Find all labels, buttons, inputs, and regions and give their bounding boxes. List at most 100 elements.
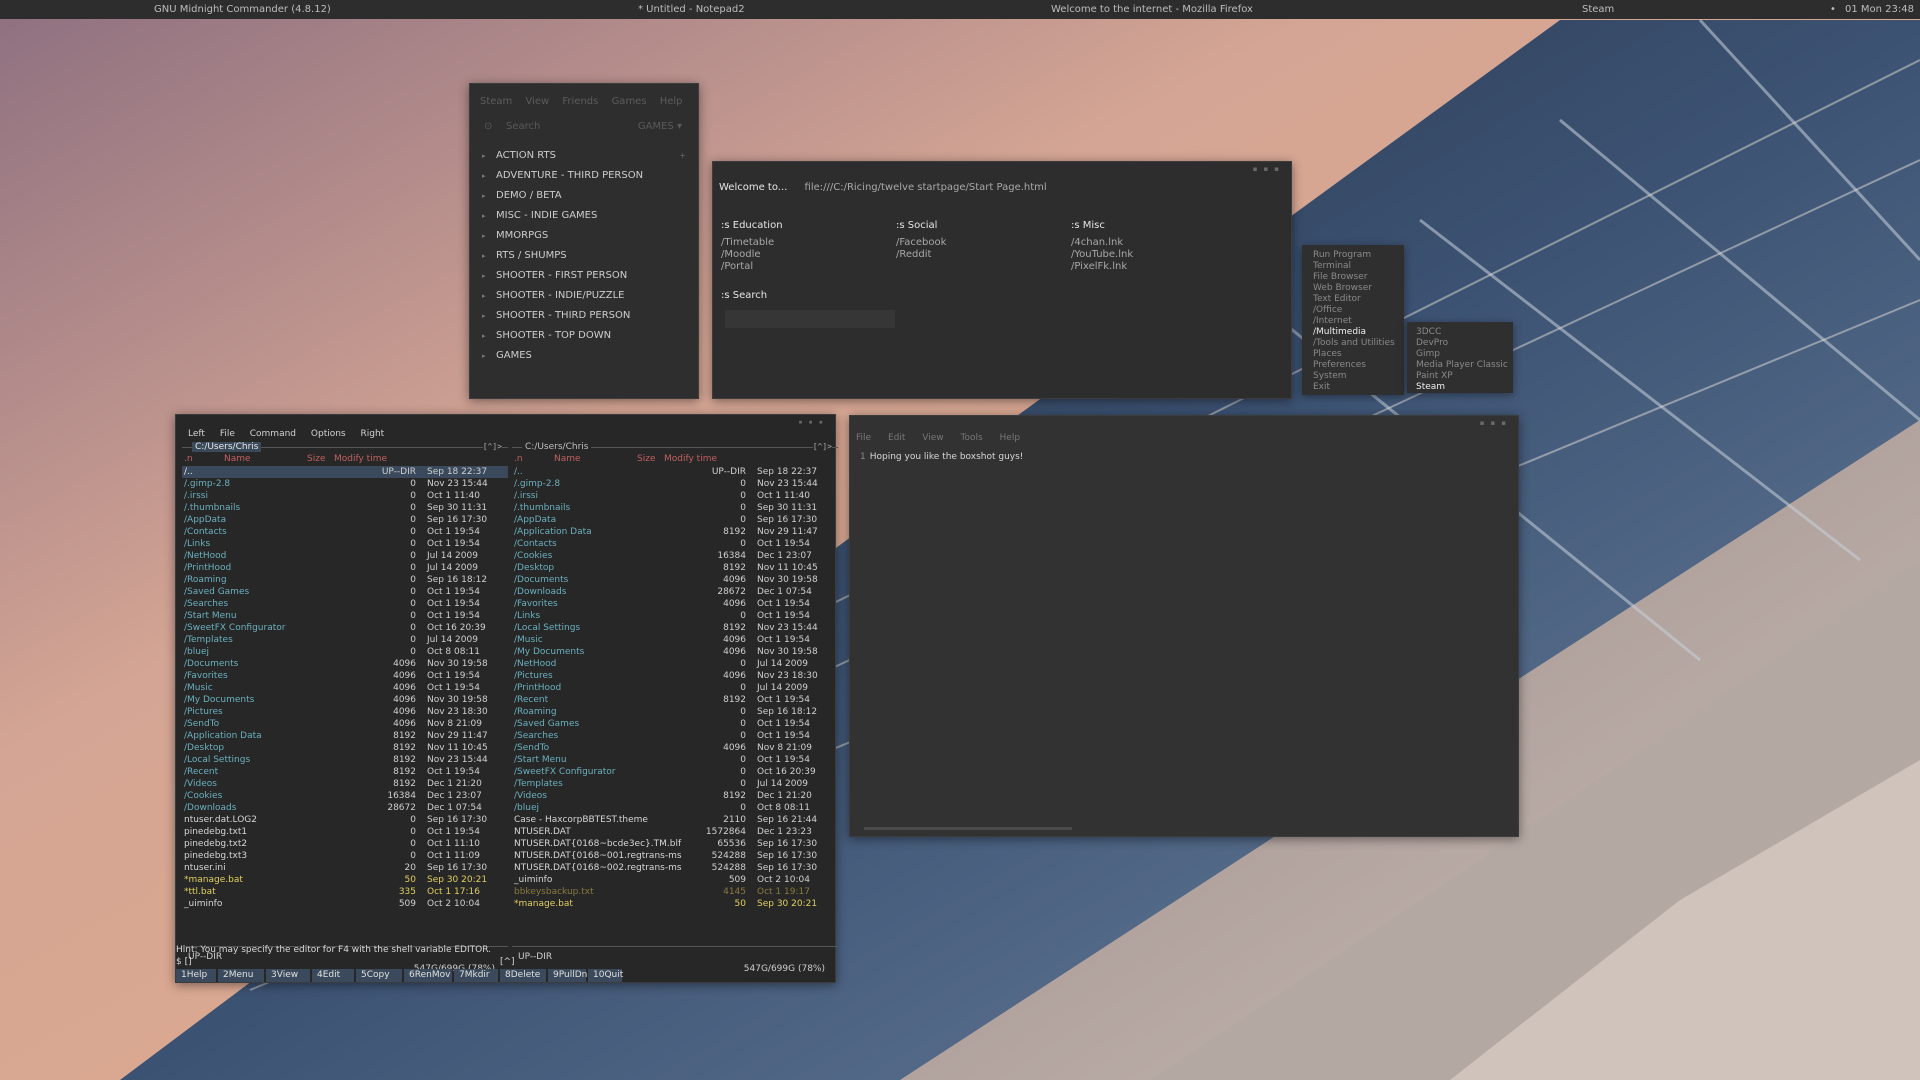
table-row[interactable]: /Music 4096 Oct 1 19:54	[182, 682, 508, 694]
url-bar[interactable]: file:///C:/Ricing/twelve startpage/Start…	[805, 182, 1047, 193]
menu-item-multimedia[interactable]: /Multimedia	[1302, 327, 1404, 338]
steam-category[interactable]: ▸ ADVENTURE - THIRD PERSON	[480, 166, 690, 186]
table-row[interactable]: ntuser.ini 20 Sep 16 17:30	[182, 862, 508, 874]
table-row[interactable]: pinedebg.txt3 0 Oct 1 11:09	[182, 850, 508, 862]
table-row[interactable]: /Templates 0 Jul 14 2009	[182, 634, 508, 646]
fkey-pulldn[interactable]: 9PullDn	[548, 969, 587, 982]
menu-item-tools[interactable]: /Tools and Utilities	[1302, 338, 1404, 349]
window-controls[interactable]: ▪▪▪	[1253, 165, 1285, 173]
table-row[interactable]: /AppData 0 Sep 16 17:30	[182, 514, 508, 526]
games-filter-dropdown[interactable]: GAMES ▾	[638, 121, 682, 132]
mc-menu-options[interactable]: Options	[311, 429, 346, 439]
submenu-item-steam[interactable]: Steam	[1407, 382, 1513, 393]
fkey-edit[interactable]: 4Edit	[312, 969, 354, 982]
left-panel-path[interactable]: C:/Users/Chris	[192, 442, 262, 452]
firefox-tab[interactable]: Welcome to...	[719, 182, 787, 193]
submenu-item-3dcc[interactable]: 3DCC	[1407, 327, 1513, 338]
mc-menu-command[interactable]: Command	[250, 429, 296, 439]
steam-search-row[interactable]: ⊙ Search GAMES ▾	[480, 120, 690, 136]
fkey-quit[interactable]: 10Quit	[588, 969, 623, 982]
table-row[interactable]: /bluej 0 Oct 8 08:11	[512, 802, 838, 814]
table-row[interactable]: /Downloads 28672 Dec 1 07:54	[182, 802, 508, 814]
steam-category[interactable]: ▸ MMORPGS	[480, 226, 690, 246]
table-row[interactable]: /Videos 8192 Dec 1 21:20	[512, 790, 838, 802]
table-row[interactable]: /Templates 0 Jul 14 2009	[512, 778, 838, 790]
table-row[interactable]: /Pictures 4096 Nov 23 18:30	[512, 670, 838, 682]
notepad-menu-tools[interactable]: Tools	[960, 433, 982, 443]
table-row[interactable]: /My Documents 4096 Nov 30 19:58	[512, 646, 838, 658]
table-row[interactable]: /.irssi 0 Oct 1 11:40	[512, 490, 838, 502]
fkey-renmov[interactable]: 6RenMov	[404, 969, 452, 982]
menu-item-web-browser[interactable]: Web Browser	[1302, 283, 1404, 294]
notepad-menu-view[interactable]: View	[922, 433, 943, 443]
table-row[interactable]: /Links 0 Oct 1 19:54	[512, 610, 838, 622]
link-portal[interactable]: /Portal	[721, 261, 783, 273]
window-controls[interactable]: ▪▪▪	[798, 418, 829, 426]
table-row[interactable]: /.irssi 0 Oct 1 11:40	[182, 490, 508, 502]
table-row[interactable]: /SendTo 4096 Nov 8 21:09	[182, 718, 508, 730]
link-moodle[interactable]: /Moodle	[721, 249, 783, 261]
table-row[interactable]: /Favorites 4096 Oct 1 19:54	[182, 670, 508, 682]
steam-category[interactable]: ▸ SHOOTER - FIRST PERSON	[480, 266, 690, 286]
submenu-item-gimp[interactable]: Gimp	[1407, 349, 1513, 360]
table-row[interactable]: /Recent 8192 Oct 1 19:54	[512, 694, 838, 706]
table-row[interactable]: /Saved Games 0 Oct 1 19:54	[512, 718, 838, 730]
table-row[interactable]: /NetHood 0 Jul 14 2009	[182, 550, 508, 562]
startpage-search-input[interactable]	[725, 310, 895, 328]
submenu-item-media-player[interactable]: Media Player Classic	[1407, 360, 1513, 371]
table-row[interactable]: bbkeysbackup.txt 4145 Oct 1 19:17	[512, 886, 838, 898]
table-row[interactable]: /Recent 8192 Oct 1 19:54	[182, 766, 508, 778]
link-facebook[interactable]: /Facebook	[896, 237, 946, 249]
table-row[interactable]: /AppData 0 Sep 16 17:30	[512, 514, 838, 526]
menu-item-system[interactable]: System	[1302, 371, 1404, 382]
submenu-item-devpro[interactable]: DevPro	[1407, 338, 1513, 349]
table-row[interactable]: pinedebg.txt2 0 Oct 1 11:10	[182, 838, 508, 850]
fkey-copy[interactable]: 5Copy	[356, 969, 402, 982]
table-row[interactable]: /Saved Games 0 Oct 1 19:54	[182, 586, 508, 598]
menu-item-run-program[interactable]: Run Program	[1302, 250, 1404, 261]
task-midnight-commander[interactable]: GNU Midnight Commander (4.8.12)	[154, 4, 331, 15]
notepad-menu-help[interactable]: Help	[1000, 433, 1021, 443]
table-row[interactable]: *ttl.bat 335 Oct 1 17:16	[182, 886, 508, 898]
steam-menu-help[interactable]: Help	[660, 96, 683, 107]
plus-icon[interactable]: +	[679, 146, 686, 166]
menu-item-terminal[interactable]: Terminal	[1302, 261, 1404, 272]
table-row[interactable]: NTUSER.DAT{0168~bcde3ec}.TM.blf 65536 Sep …	[512, 838, 838, 850]
table-row[interactable]: /Documents 4096 Nov 30 19:58	[512, 574, 838, 586]
table-row[interactable]: /Roaming 0 Sep 16 18:12	[512, 706, 838, 718]
right-panel-path[interactable]: C:/Users/Chris	[522, 442, 592, 452]
menu-item-text-editor[interactable]: Text Editor	[1302, 294, 1404, 305]
menu-item-internet[interactable]: /Internet	[1302, 316, 1404, 327]
column-modify-time[interactable]: Modify time	[664, 454, 717, 464]
steam-category[interactable]: ▸ MISC - INDIE GAMES	[480, 206, 690, 226]
table-row[interactable]: /Desktop 8192 Nov 11 10:45	[182, 742, 508, 754]
link-pixelfk[interactable]: /PixelFk.lnk	[1071, 261, 1133, 273]
table-row[interactable]: /Application Data 8192 Nov 29 11:47	[182, 730, 508, 742]
table-row[interactable]: /Pictures 4096 Nov 23 18:30	[182, 706, 508, 718]
table-row[interactable]: *manage.bat 50 Sep 30 20:21	[512, 898, 838, 910]
column-name[interactable]: Name	[224, 454, 251, 464]
menu-item-preferences[interactable]: Preferences	[1302, 360, 1404, 371]
table-row[interactable]: _uiminfo 509 Oct 2 10:04	[182, 898, 508, 910]
table-row[interactable]: NTUSER.DAT{0168~001.regtrans-ms 524288 Sep…	[512, 850, 838, 862]
table-row[interactable]: Case - HaxcorpBBTEST.theme 2110 Sep 16 21:…	[512, 814, 838, 826]
table-row[interactable]: NTUSER.DAT 1572864 Dec 1 23:23	[512, 826, 838, 838]
table-row[interactable]: *manage.bat 50 Sep 30 20:21	[182, 874, 508, 886]
steam-menu-games[interactable]: Games	[612, 96, 647, 107]
table-row[interactable]: /SendTo 4096 Nov 8 21:09	[512, 742, 838, 754]
steam-menu-friends[interactable]: Friends	[562, 96, 598, 107]
table-row[interactable]: /Contacts 0 Oct 1 19:54	[182, 526, 508, 538]
fkey-help[interactable]: 1Help	[176, 969, 216, 982]
left-panel[interactable]: C:/Users/Chris [^]> .n Name Size Modify …	[182, 442, 508, 974]
editor-text[interactable]: Hoping you like the boxshot guys!	[870, 452, 1024, 462]
table-row[interactable]: /Links 0 Oct 1 19:54	[182, 538, 508, 550]
table-row[interactable]: /Local Settings 8192 Nov 23 15:44	[182, 754, 508, 766]
table-row[interactable]: /.gimp-2.8 0 Nov 23 15:44	[512, 478, 838, 490]
table-row[interactable]: /Desktop 8192 Nov 11 10:45	[512, 562, 838, 574]
table-row[interactable]: /Searches 0 Oct 1 19:54	[512, 730, 838, 742]
steam-search-input[interactable]: Search	[506, 121, 540, 132]
panel-corner[interactable]: [^]>	[812, 442, 832, 451]
table-row[interactable]: /Searches 0 Oct 1 19:54	[182, 598, 508, 610]
table-row[interactable]: /Local Settings 8192 Nov 23 15:44	[512, 622, 838, 634]
notepad-menu-edit[interactable]: Edit	[888, 433, 905, 443]
